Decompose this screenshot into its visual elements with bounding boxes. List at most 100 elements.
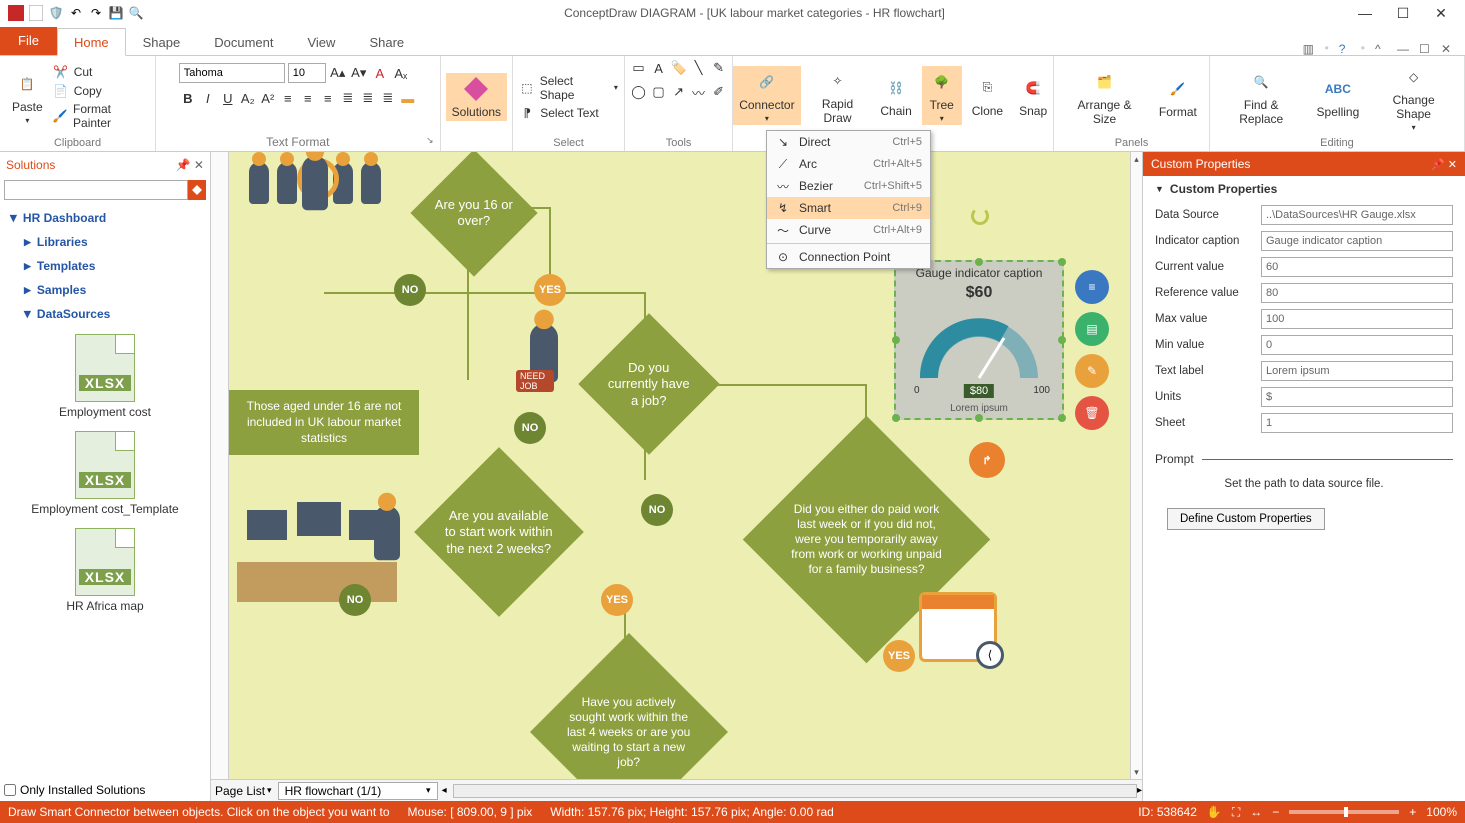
close-button[interactable]: ✕ [1433,5,1449,21]
scroll-left-icon[interactable]: ◂ [442,785,447,796]
dd-curve[interactable]: 〜CurveCtrl+Alt+9 [767,219,930,241]
fab-menu[interactable]: ≡ [1075,270,1109,304]
arrow-tool-icon[interactable]: ↗ [670,83,688,101]
italic-icon[interactable]: I [199,89,217,107]
ds-hr-africa-map[interactable]: XLSXHR Africa map [66,528,143,613]
only-installed-checkbox[interactable]: Only Installed Solutions [4,783,145,797]
help-icon[interactable]: ? [1339,42,1351,54]
cp-ds-input[interactable] [1261,205,1453,225]
cp-pin-icon[interactable]: 📌 ✕ [1431,158,1457,171]
freehand-tool-icon[interactable]: ✐ [710,83,728,101]
cp-ref-input[interactable] [1261,283,1453,303]
cp-txt-input[interactable] [1261,361,1453,381]
decision-age[interactable]: Are you 16 or over? [410,152,537,277]
align-bottom-icon[interactable]: ≣ [379,89,397,107]
fab-data[interactable]: ▤ [1075,312,1109,346]
pen-tool-icon[interactable]: ✎ [710,59,728,77]
dd-connection-point[interactable]: ⊙Connection Point [767,246,930,268]
select-text-button[interactable]: ⁋Select Text [519,105,618,121]
superscript-icon[interactable]: A² [259,89,277,107]
font-name-input[interactable] [179,63,285,83]
dialog-launcher-icon[interactable]: ↘ [426,135,434,146]
copy-button[interactable]: 📄Copy [53,83,149,99]
font-color-icon[interactable]: A [371,64,389,82]
horizontal-scrollbar[interactable] [453,784,1137,798]
scroll-up-icon[interactable]: ▴ [1131,152,1142,166]
cp-sheet-input[interactable] [1261,413,1453,433]
text-tool-icon[interactable]: A [650,59,668,77]
solutions-search-input[interactable] [4,180,188,200]
cp-section[interactable]: ▼Custom Properties [1143,176,1465,202]
tab-document[interactable]: Document [197,28,290,55]
decision-available[interactable]: Are you available to start work within t… [414,447,584,617]
cp-cur-input[interactable] [1261,257,1453,277]
tree-libraries[interactable]: ▶Libraries [20,230,204,254]
cp-units-input[interactable] [1261,387,1453,407]
zoom-in-icon[interactable]: + [1409,805,1416,819]
tree-root[interactable]: ▶HR Dashboard [6,206,204,230]
line-tool-icon[interactable]: ╲ [690,59,708,77]
spelling-button[interactable]: ABCSpelling [1311,73,1366,121]
new-icon[interactable] [28,5,44,21]
cp-max-input[interactable] [1261,309,1453,329]
cp-cap-input[interactable] [1261,231,1453,251]
ds-employment-cost[interactable]: XLSXEmployment cost [59,334,151,419]
arrange-size-button[interactable]: 🗂️Arrange & Size [1060,66,1149,128]
tab-shape[interactable]: Shape [126,28,198,55]
decision-have-job[interactable]: Do you currently have a job? [578,313,719,454]
fit-width-icon[interactable]: ↔ [1250,805,1262,819]
tab-home[interactable]: Home [57,28,126,56]
windows-icon[interactable]: ▥ [1303,42,1315,54]
page-selector[interactable]: HR flowchart (1/1)▾ [278,782,438,800]
rect-tool-icon[interactable]: ▭ [630,59,648,77]
fit-page-icon[interactable]: ⛶ [1232,805,1240,820]
tab-share[interactable]: Share [352,28,421,55]
shield-icon[interactable]: 🛡️ [48,5,64,21]
canvas[interactable]: Are you 16 or over? NO YES Those aged un… [229,152,1130,779]
bold-icon[interactable]: B [179,89,197,107]
clone-button[interactable]: ⎘Clone [966,72,1009,120]
decision-sought-work[interactable]: Have you actively sought work within the… [530,633,728,779]
shrink-font-icon[interactable]: A▾ [350,64,368,82]
chain-button[interactable]: ⛓️Chain [874,72,917,120]
scroll-down-icon[interactable]: ▾ [1131,765,1142,779]
pin-icon[interactable]: 📌 ✕ [176,158,204,172]
connector-button[interactable]: 🔗Connector▾ [733,66,800,125]
preview-icon[interactable]: 🔍 [128,5,144,21]
stamp-tool-icon[interactable]: 🏷️ [670,59,688,77]
dd-arc[interactable]: ⟋ArcCtrl+Alt+5 [767,153,930,175]
dd-smart[interactable]: ↯SmartCtrl+9 [767,197,930,219]
save-icon[interactable]: 💾 [108,5,124,21]
pagelist-menu-icon[interactable]: ▾ [265,785,274,796]
maximize-button[interactable]: ☐ [1395,5,1411,21]
inner-minimize-icon[interactable]: — [1397,42,1409,54]
tree-datasources[interactable]: ▶DataSources [20,302,204,326]
collapse-ribbon-icon[interactable]: ^ [1375,42,1387,54]
tab-view[interactable]: View [290,28,352,55]
underline-icon[interactable]: U [219,89,237,107]
hand-tool-icon[interactable]: ✋ [1207,805,1222,819]
redo-icon[interactable]: ↷ [88,5,104,21]
tab-file[interactable]: File [0,27,57,55]
textbox-tool-icon[interactable]: ▢ [650,83,668,101]
subscript-icon[interactable]: A₂ [239,89,257,107]
info-under-16[interactable]: Those aged under 16 are not included in … [229,390,419,455]
minimize-button[interactable]: — [1357,5,1373,21]
solutions-button[interactable]: Solutions [446,73,507,121]
highlight-icon[interactable]: ▬ [399,89,417,107]
gauge-widget[interactable]: Gauge indicator caption $60 0 100 $80 Lo… [894,260,1064,420]
fab-edit[interactable]: ✎ [1075,354,1109,388]
align-center-icon[interactable]: ≡ [299,89,317,107]
paste-button[interactable]: 📋 Paste ▾ [6,68,49,127]
undo-icon[interactable]: ↶ [68,5,84,21]
format-button[interactable]: 🖌️Format [1153,73,1203,121]
cp-min-input[interactable] [1261,335,1453,355]
align-middle-icon[interactable]: ≣ [359,89,377,107]
zoom-slider[interactable] [1289,810,1399,814]
select-shape-button[interactable]: ⬚Select Shape▾ [519,74,618,102]
dd-direct[interactable]: ↘DirectCtrl+5 [767,131,930,153]
fab-delete[interactable]: 🗑 [1075,396,1109,430]
vertical-scrollbar[interactable]: ▴ ▾ [1130,152,1142,779]
solutions-search-icon[interactable] [188,180,206,200]
tree-samples[interactable]: ▶Samples [20,278,204,302]
